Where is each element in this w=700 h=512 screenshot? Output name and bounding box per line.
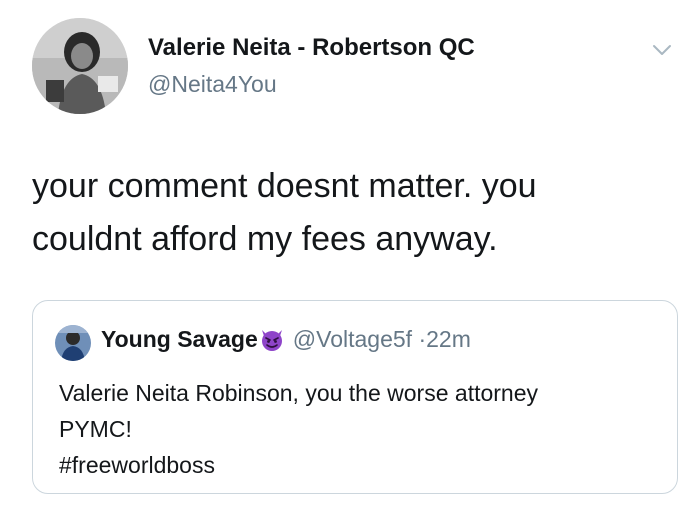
quoted-tweet[interactable]: Young Savage @Voltage5f ·22m Valerie Nei… bbox=[32, 300, 678, 494]
quoted-author-name[interactable]: Young Savage bbox=[101, 326, 258, 352]
author-avatar[interactable] bbox=[32, 18, 128, 114]
quoted-tweet-text: Valerie Neita Robinson, you the worse at… bbox=[59, 375, 659, 483]
tweet-text-line: your comment doesnt matter. you bbox=[32, 167, 537, 205]
quoted-timestamp[interactable]: 22m bbox=[426, 326, 471, 352]
author-handle[interactable]: @Neita4You bbox=[148, 71, 277, 98]
quoted-header: Young Savage @Voltage5f ·22m bbox=[101, 326, 471, 353]
time-separator: · bbox=[418, 326, 427, 352]
quoted-text-line: PYMC! bbox=[59, 416, 132, 442]
quoted-avatar-photo bbox=[55, 325, 91, 361]
quoted-text-line: Valerie Neita Robinson, you the worse at… bbox=[59, 380, 539, 406]
smiling-imp-emoji-icon bbox=[259, 326, 285, 352]
quoted-author-avatar[interactable] bbox=[55, 325, 91, 361]
avatar-photo bbox=[32, 18, 128, 114]
tweet-text-line: couldnt afford my fees anyway. bbox=[32, 220, 498, 258]
chevron-down-icon[interactable] bbox=[650, 38, 674, 62]
tweet-text: your comment doesnt matter. you couldnt … bbox=[32, 160, 672, 266]
quoted-author-handle[interactable]: @Voltage5f bbox=[293, 326, 412, 352]
quoted-hashtag[interactable]: #freeworldboss bbox=[59, 447, 659, 483]
author-name[interactable]: Valerie Neita - Robertson QC bbox=[148, 34, 475, 62]
